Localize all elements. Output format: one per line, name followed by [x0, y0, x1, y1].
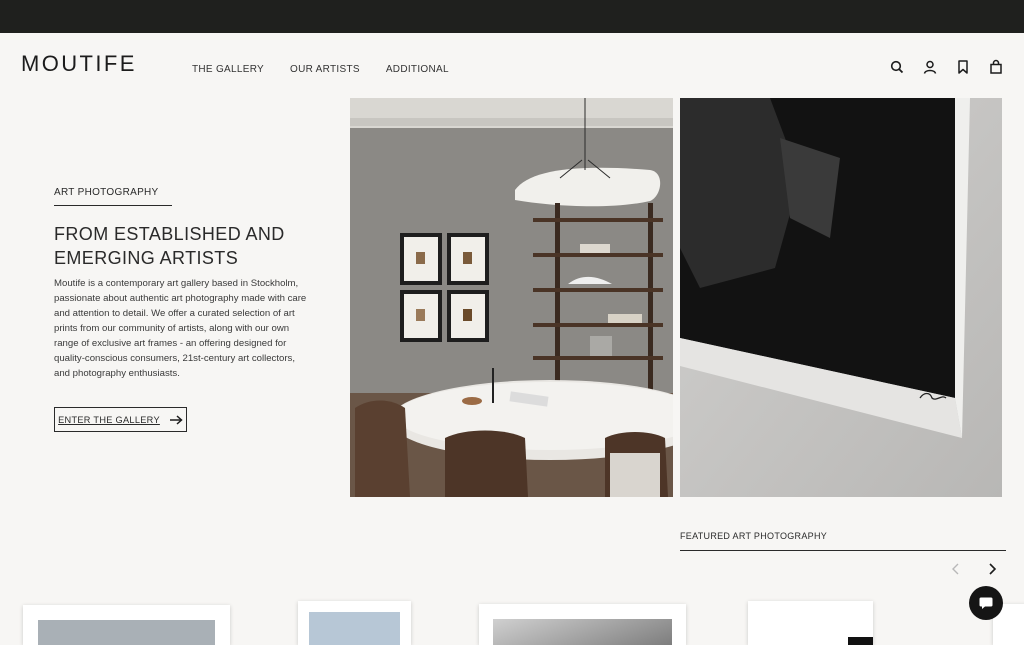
product-card[interactable]	[748, 601, 873, 645]
arrow-right-icon	[169, 414, 183, 425]
chat-icon	[978, 595, 994, 611]
header-icons	[889, 59, 1004, 75]
product-card[interactable]	[298, 601, 411, 645]
hero-headline: FROM ESTABLISHED AND EMERGING ARTISTS	[54, 224, 285, 268]
intro-paragraph: Moutife is a contemporary art gallery ba…	[54, 278, 307, 379]
featured-heading: FEATURED ART PHOTOGRAPHY	[680, 531, 1006, 551]
site-header: MOUTIFE THE GALLERY OUR ARTISTS ADDITION…	[0, 33, 1024, 98]
chat-button[interactable]	[969, 586, 1003, 620]
section-kicker: ART PHOTOGRAPHY	[54, 187, 172, 206]
carousel-prev-button[interactable]	[949, 562, 963, 576]
carousel-next-button[interactable]	[985, 562, 999, 576]
main-nav: THE GALLERY OUR ARTISTS ADDITIONAL	[192, 64, 449, 75]
enter-gallery-label: ENTER THE GALLERY	[58, 414, 160, 425]
product-card[interactable]	[23, 605, 230, 645]
hero-image-interior	[350, 98, 673, 497]
enter-gallery-button[interactable]: ENTER THE GALLERY	[54, 407, 187, 432]
top-bar	[0, 0, 1024, 33]
nav-item-additional[interactable]: ADDITIONAL	[386, 64, 449, 75]
nav-item-the-gallery[interactable]: THE GALLERY	[192, 64, 264, 75]
account-icon[interactable]	[922, 59, 938, 75]
bookmark-icon[interactable]	[955, 59, 971, 75]
nav-item-our-artists[interactable]: OUR ARTISTS	[290, 64, 360, 75]
product-card[interactable]	[479, 604, 686, 645]
hero-image-frame-detail	[680, 98, 1002, 497]
bag-icon[interactable]	[988, 59, 1004, 75]
intro-section: ART PHOTOGRAPHY FROM ESTABLISHED AND EME…	[54, 182, 314, 391]
logo[interactable]: MOUTIFE	[21, 51, 137, 77]
search-icon[interactable]	[889, 59, 905, 75]
